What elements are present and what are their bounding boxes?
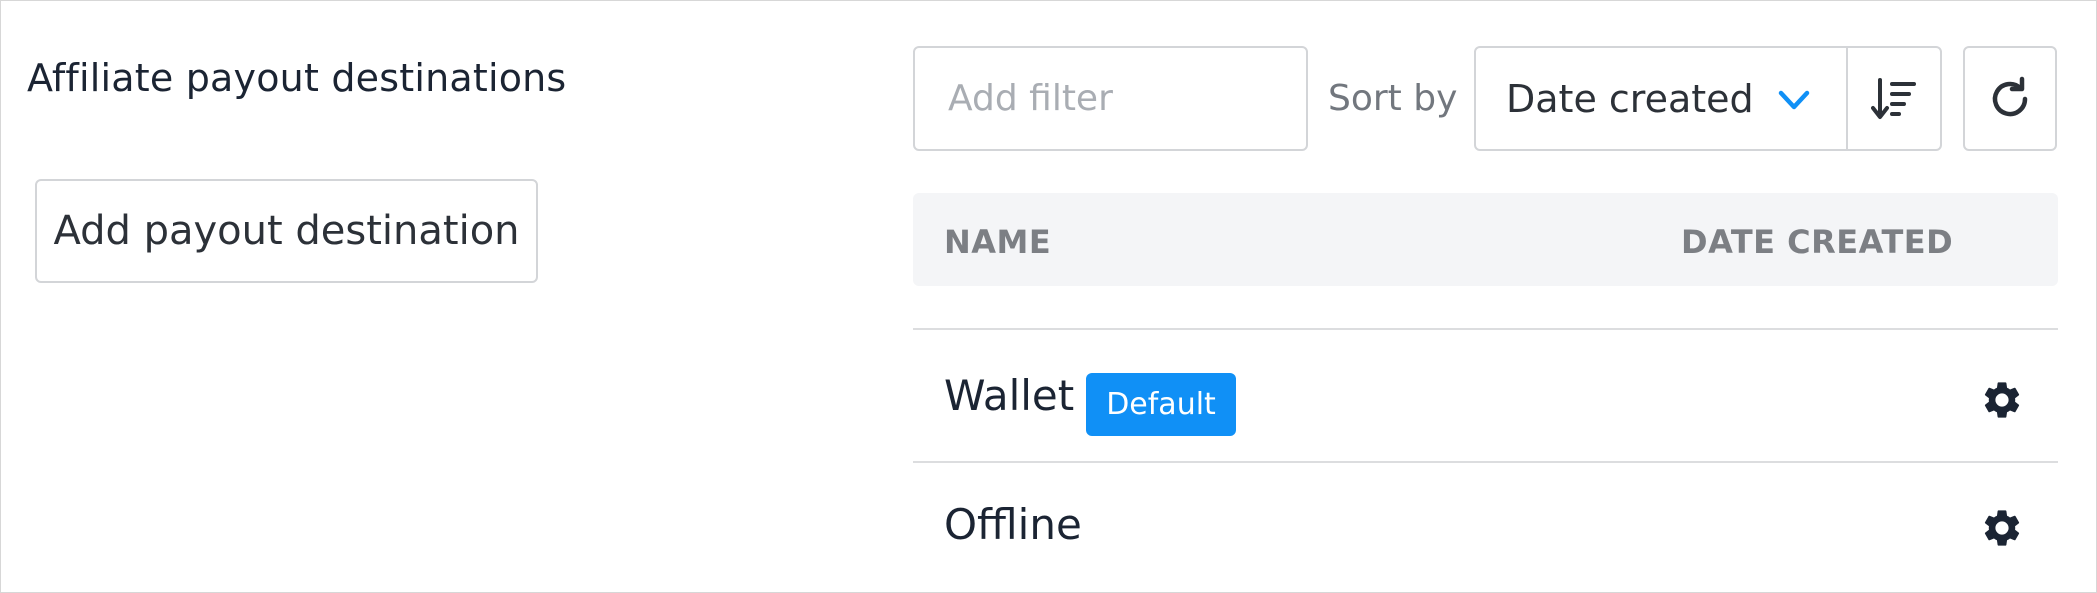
- sort-descending-icon: [1870, 77, 1916, 119]
- page-title: Affiliate payout destinations: [27, 56, 567, 100]
- column-header-date-created[interactable]: DATE CREATED: [1681, 223, 1953, 261]
- row-name: Wallet: [944, 371, 1075, 420]
- default-badge: Default: [1086, 373, 1236, 436]
- row-divider: [913, 328, 2058, 330]
- sort-selected-value: Date created: [1506, 76, 1754, 121]
- row-name: Offline: [944, 500, 1082, 549]
- column-header-name[interactable]: NAME: [944, 223, 1051, 261]
- gear-icon[interactable]: [1980, 506, 2024, 550]
- refresh-button[interactable]: [1963, 46, 2057, 151]
- gear-icon[interactable]: [1980, 378, 2024, 422]
- refresh-icon: [1992, 76, 2028, 116]
- table-row[interactable]: Offline: [913, 463, 2058, 593]
- chevron-down-icon: [1778, 90, 1810, 110]
- table-header: NAME DATE CREATED: [913, 193, 2058, 286]
- sort-control: Date created: [1474, 46, 1942, 151]
- sort-by-label: Sort by: [1328, 78, 1458, 119]
- table-row[interactable]: Wallet Default: [913, 333, 2058, 463]
- filter-input[interactable]: [913, 46, 1308, 151]
- add-payout-destination-button[interactable]: Add payout destination: [35, 179, 538, 283]
- sort-direction-button[interactable]: [1845, 48, 1940, 149]
- sort-select[interactable]: Date created: [1476, 48, 1846, 149]
